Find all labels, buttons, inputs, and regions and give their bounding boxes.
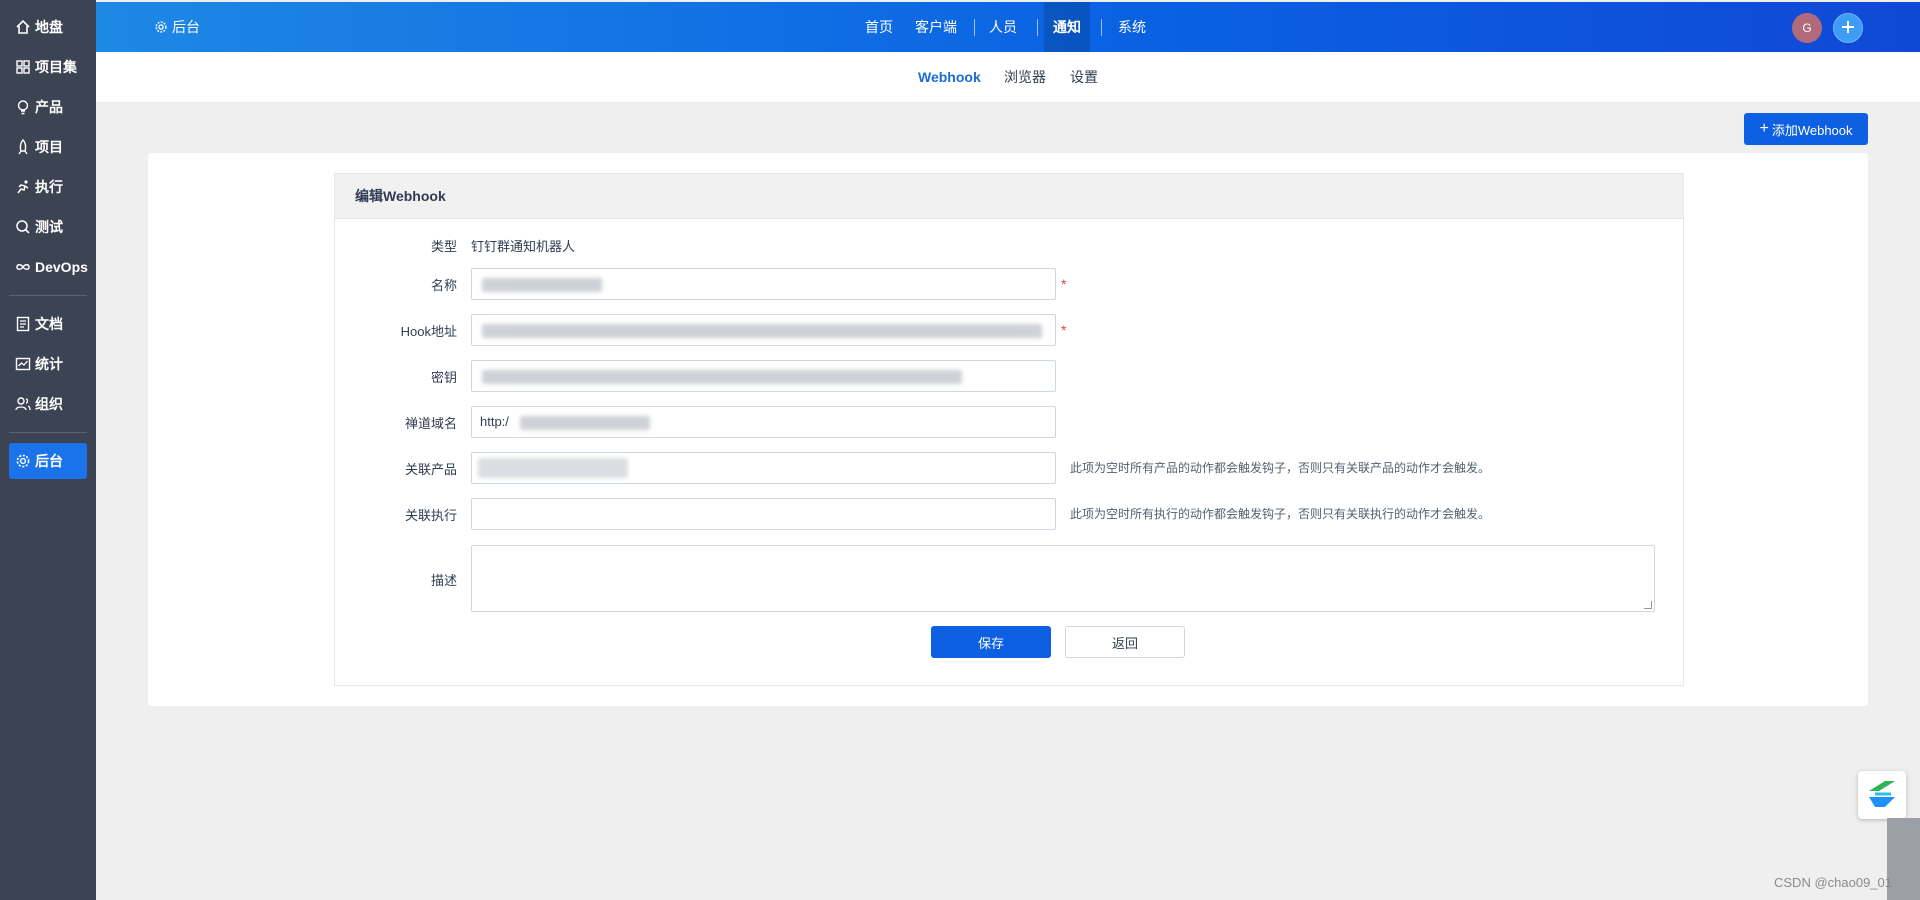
floating-assistant-button[interactable] <box>1858 771 1906 819</box>
hook-url-label: Hook地址 <box>400 324 457 339</box>
secret-input[interactable] <box>471 360 1056 392</box>
linked-product-select[interactable] <box>471 452 1056 484</box>
sidebar-item-org[interactable]: 组织 <box>9 386 87 422</box>
app-title-label: 后台 <box>172 19 200 35</box>
linked-execution-select[interactable] <box>471 498 1056 530</box>
assistant-logo-icon <box>1865 777 1899 814</box>
rocket-icon <box>15 139 31 155</box>
top-bar: 后台 首页 客户端 人员 通知 系统 G <box>96 2 1920 52</box>
domain-input[interactable]: http:/ <box>471 406 1056 438</box>
home-icon <box>15 19 31 35</box>
magnifier-icon <box>15 219 31 235</box>
back-button[interactable]: 返回 <box>1065 626 1185 658</box>
gear-icon <box>154 20 168 34</box>
sidebar-item-label: 测试 <box>35 219 63 235</box>
sidebar-item-label: 统计 <box>35 356 63 372</box>
sidebar-item-qa[interactable]: 测试 <box>9 209 87 245</box>
plus-icon: + <box>1759 120 1769 137</box>
document-icon <box>15 316 31 332</box>
redacted-text <box>482 278 602 292</box>
sidebar-item-admin[interactable]: 后台 <box>9 443 87 479</box>
secret-label: 密钥 <box>430 370 457 385</box>
topnav-people[interactable]: 人员 <box>988 2 1018 52</box>
subnav-settings[interactable]: 设置 <box>1070 52 1098 102</box>
required-mark: * <box>1061 276 1067 292</box>
sidebar-item-label: 项目 <box>35 139 63 155</box>
sidebar-item-devops[interactable]: DevOps <box>9 249 88 285</box>
sidebar-item-product[interactable]: 产品 <box>9 89 87 125</box>
sidebar-divider <box>9 295 87 296</box>
watermark: CSDN @chao09_01 <box>1774 875 1892 890</box>
sidebar-item-program[interactable]: 项目集 <box>9 49 87 85</box>
grid-icon <box>15 59 31 75</box>
linked-execution-label: 关联执行 <box>404 508 457 523</box>
people-icon <box>15 396 31 412</box>
hook-url-input[interactable] <box>471 314 1056 346</box>
description-label: 描述 <box>430 573 457 588</box>
description-textarea[interactable] <box>471 545 1655 612</box>
save-button[interactable]: 保存 <box>931 626 1051 658</box>
sidebar-divider <box>9 432 87 433</box>
avatar[interactable]: G <box>1792 13 1822 43</box>
add-webhook-button[interactable]: + 添加Webhook <box>1744 113 1868 145</box>
sidebar-item-stats[interactable]: 统计 <box>9 346 87 382</box>
bulb-icon <box>15 99 31 115</box>
topnav-divider <box>1037 19 1038 36</box>
redacted-text <box>482 370 962 384</box>
sidebar-item-label: 项目集 <box>35 59 77 75</box>
sidebar-item-label: 执行 <box>35 179 63 195</box>
sidebar-item-project[interactable]: 项目 <box>9 129 87 165</box>
subnav-webhook[interactable]: Webhook <box>918 52 981 102</box>
gear-icon <box>15 453 31 469</box>
name-input[interactable] <box>471 268 1056 300</box>
resize-handle[interactable] <box>1644 601 1652 609</box>
redacted-text <box>482 324 1042 338</box>
linked-product-label: 关联产品 <box>404 462 457 477</box>
sidebar-item-doc[interactable]: 文档 <box>9 306 87 342</box>
sidebar-item-label: 产品 <box>35 99 63 115</box>
redacted-text <box>520 416 650 430</box>
topnav-home[interactable]: 首页 <box>864 2 894 52</box>
sidebar-item-label: 文档 <box>35 316 63 332</box>
topnav-divider <box>974 19 975 36</box>
topnav-divider <box>1101 19 1102 36</box>
type-label: 类型 <box>430 239 457 254</box>
product-hint: 此项为空时所有产品的动作都会触发钩子，否则只有关联产品的动作才会触发。 <box>1070 461 1491 475</box>
plus-icon <box>1840 19 1856 38</box>
domain-label: 禅道域名 <box>404 416 457 431</box>
form-title: 编辑Webhook <box>335 174 1683 219</box>
subnav-browser[interactable]: 浏览器 <box>1004 52 1046 102</box>
name-label: 名称 <box>430 278 457 293</box>
domain-value: http:/ <box>480 414 509 429</box>
chart-icon <box>15 356 31 372</box>
sidebar-item-label: 地盘 <box>35 19 63 35</box>
quick-create-button[interactable] <box>1833 13 1863 43</box>
sidebar-item-label: 后台 <box>35 453 63 469</box>
type-value: 钉钉群通知机器人 <box>471 239 576 254</box>
sidebar-item-label: 组织 <box>35 396 63 412</box>
sidebar-item-label: DevOps <box>35 259 88 275</box>
redacted-text <box>478 458 628 478</box>
execution-hint: 此项为空时所有执行的动作都会触发钩子，否则只有关联执行的动作才会触发。 <box>1070 507 1491 521</box>
topnav-system[interactable]: 系统 <box>1117 2 1147 52</box>
run-icon <box>15 179 31 195</box>
infinity-icon <box>15 259 31 275</box>
topnav-notify[interactable]: 通知 <box>1044 2 1090 52</box>
sidebar-item-execution[interactable]: 执行 <box>9 169 87 205</box>
sub-nav: Webhook 浏览器 设置 <box>96 52 1920 102</box>
add-webhook-label: 添加Webhook <box>1771 122 1853 138</box>
sidebar: 地盘 项目集 产品 项目 执行 测试 DevOps 文档 统计 组织 后台 <box>0 0 96 900</box>
topnav-client[interactable]: 客户端 <box>914 2 958 52</box>
sidebar-item-dashboard[interactable]: 地盘 <box>9 9 87 45</box>
required-mark: * <box>1061 322 1067 338</box>
app-title[interactable]: 后台 <box>154 2 200 52</box>
